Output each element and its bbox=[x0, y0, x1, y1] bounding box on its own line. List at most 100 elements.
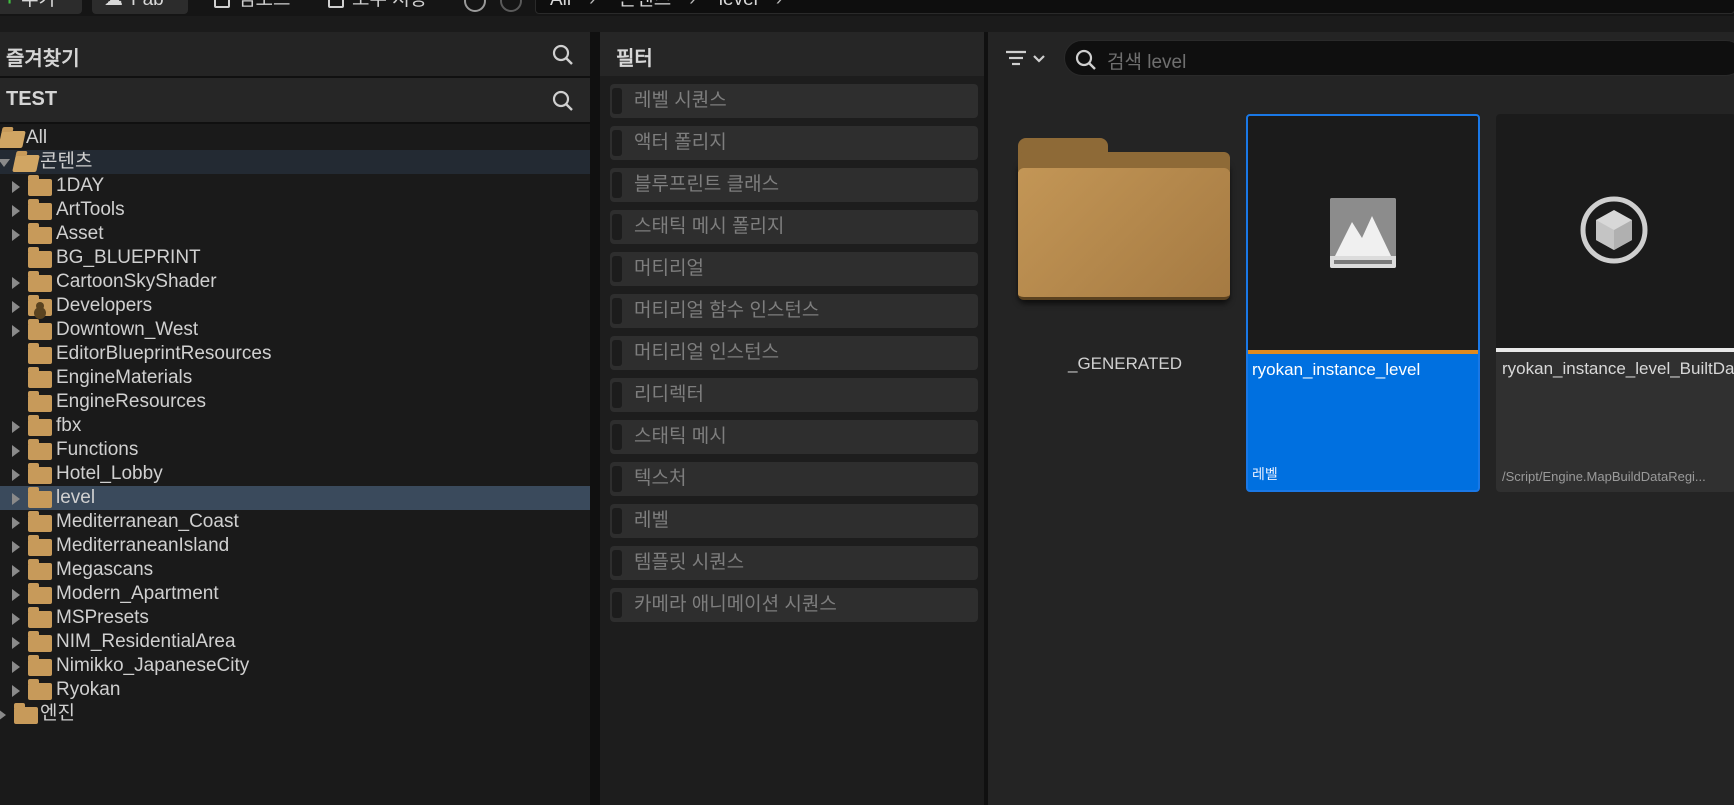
filter-item-label: 머티리얼 bbox=[634, 258, 704, 279]
filter-item[interactable]: 머티리얼 bbox=[610, 252, 978, 286]
expand-right-icon[interactable] bbox=[12, 421, 20, 433]
save-all-button[interactable]: 모두 저장 bbox=[328, 0, 427, 14]
tree-row[interactable]: Ryokan bbox=[0, 678, 590, 702]
expand-right-icon[interactable] bbox=[12, 541, 20, 553]
folder-icon bbox=[28, 559, 52, 580]
fab-icon: ☁ bbox=[104, 0, 123, 10]
breadcrumb-item[interactable]: 콘텐츠 bbox=[619, 0, 671, 10]
expand-right-icon[interactable] bbox=[12, 493, 20, 505]
filter-item[interactable]: 리디렉터 bbox=[610, 378, 978, 412]
folder-icon bbox=[28, 583, 52, 604]
expand-right-icon[interactable] bbox=[12, 613, 20, 625]
expand-right-icon[interactable] bbox=[12, 637, 20, 649]
tree-row[interactable]: ArtTools bbox=[0, 198, 590, 222]
expand-right-icon[interactable] bbox=[12, 589, 20, 601]
expand-right-icon[interactable] bbox=[12, 661, 20, 673]
filter-toggle[interactable] bbox=[612, 256, 622, 282]
filter-toggle[interactable] bbox=[612, 550, 622, 576]
asset-tile-level[interactable]: ryokan_instance_level 레벨 bbox=[1246, 114, 1480, 492]
expand-right-icon[interactable] bbox=[12, 181, 20, 193]
filter-toggle[interactable] bbox=[612, 508, 622, 534]
filter-item[interactable]: 블루프린트 클래스 bbox=[610, 168, 978, 202]
expand-right-icon[interactable] bbox=[12, 277, 20, 289]
filter-toggle[interactable] bbox=[612, 424, 622, 450]
filter-toggle[interactable] bbox=[612, 88, 622, 114]
expand-right-icon[interactable] bbox=[12, 685, 20, 697]
tree-row[interactable]: EditorBlueprintResources bbox=[0, 342, 590, 366]
tree-row[interactable]: Hotel_Lobby bbox=[0, 462, 590, 486]
filter-toggle[interactable] bbox=[612, 382, 622, 408]
expand-right-icon[interactable] bbox=[12, 517, 20, 529]
expand-down-icon[interactable] bbox=[0, 159, 10, 167]
tree-row-label: Nimikko_JapaneseCity bbox=[56, 655, 250, 676]
import-button[interactable]: 임포트 bbox=[214, 0, 290, 14]
project-header[interactable]: TEST bbox=[0, 78, 590, 124]
filter-item[interactable]: 템플릿 시퀀스 bbox=[610, 546, 978, 580]
expand-right-icon[interactable] bbox=[12, 325, 20, 337]
tree-row[interactable]: CartoonSkyShader bbox=[0, 270, 590, 294]
favorites-header[interactable]: 즐겨찾기 bbox=[0, 32, 590, 78]
filter-toggle[interactable] bbox=[612, 466, 622, 492]
tree-row[interactable]: Downtown_West bbox=[0, 318, 590, 342]
filter-toggle[interactable] bbox=[612, 592, 622, 618]
search-icon[interactable] bbox=[552, 44, 574, 66]
expand-right-icon[interactable] bbox=[12, 229, 20, 241]
tree-row-label: 1DAY bbox=[56, 175, 105, 196]
filter-item[interactable]: 스태틱 메시 폴리지 bbox=[610, 210, 978, 244]
fab-button[interactable]: ☁Fab bbox=[92, 0, 188, 14]
breadcrumb-item[interactable]: All bbox=[550, 0, 571, 10]
expand-right-icon[interactable] bbox=[12, 469, 20, 481]
tree-row[interactable]: All bbox=[0, 126, 590, 150]
tree-row[interactable]: 콘텐츠 bbox=[0, 150, 590, 174]
tree-row[interactable]: NIM_ResidentialArea bbox=[0, 630, 590, 654]
chevron-right-icon: › bbox=[689, 0, 695, 10]
history-back-icon[interactable] bbox=[464, 0, 486, 12]
search-icon[interactable] bbox=[552, 90, 574, 112]
filter-toggle[interactable] bbox=[612, 130, 622, 156]
filter-item[interactable]: 레벨 시퀀스 bbox=[610, 84, 978, 118]
tree-row[interactable]: fbx bbox=[0, 414, 590, 438]
filter-item[interactable]: 머티리얼 인스턴스 bbox=[610, 336, 978, 370]
tree-row[interactable]: Megascans bbox=[0, 558, 590, 582]
tree-row[interactable]: MSPresets bbox=[0, 606, 590, 630]
filter-item[interactable]: 스태틱 메시 bbox=[610, 420, 978, 454]
tree-row[interactable]: EngineResources bbox=[0, 390, 590, 414]
add-button[interactable]: +추가 bbox=[0, 0, 82, 14]
tree-row-label: 콘텐츠 bbox=[40, 151, 93, 172]
filter-toggle[interactable] bbox=[612, 172, 622, 198]
tree-row[interactable]: MediterraneanIsland bbox=[0, 534, 590, 558]
filter-item[interactable]: 레벨 bbox=[610, 504, 978, 538]
asset-tile-builtdata[interactable]: ryokan_instance_level_BuiltData /Script/… bbox=[1496, 114, 1734, 492]
filter-item[interactable]: 액터 폴리지 bbox=[610, 126, 978, 160]
expand-right-icon[interactable] bbox=[12, 205, 20, 217]
history-forward-icon[interactable] bbox=[500, 0, 522, 12]
tree-row[interactable]: Mediterranean_Coast bbox=[0, 510, 590, 534]
expand-right-icon[interactable] bbox=[12, 301, 20, 313]
expand-right-icon[interactable] bbox=[0, 709, 6, 721]
breadcrumb-item[interactable]: level bbox=[719, 0, 758, 10]
filter-toggle[interactable] bbox=[612, 214, 622, 240]
tree-row[interactable]: Functions bbox=[0, 438, 590, 462]
tree-row[interactable]: BG_BLUEPRINT bbox=[0, 246, 590, 270]
expand-right-icon[interactable] bbox=[12, 445, 20, 457]
tree-row[interactable]: Asset bbox=[0, 222, 590, 246]
filter-toggle[interactable] bbox=[612, 340, 622, 366]
filter-toggle[interactable] bbox=[612, 298, 622, 324]
asset-search-input[interactable]: 검색 level bbox=[1064, 40, 1734, 76]
asset-tile-folder[interactable]: _GENERATED bbox=[1008, 114, 1242, 492]
panel-splitter[interactable] bbox=[590, 32, 600, 805]
tree-row-label: Mediterranean_Coast bbox=[56, 511, 239, 532]
filter-dropdown-icon[interactable] bbox=[1000, 44, 1052, 74]
filter-item[interactable]: 머티리얼 함수 인스턴스 bbox=[610, 294, 978, 328]
filter-item[interactable]: 텍스처 bbox=[610, 462, 978, 496]
tree-row[interactable]: Modern_Apartment bbox=[0, 582, 590, 606]
tree-row[interactable]: EngineMaterials bbox=[0, 366, 590, 390]
expand-right-icon[interactable] bbox=[12, 565, 20, 577]
tree-row[interactable]: 엔진 bbox=[0, 702, 590, 726]
filter-item[interactable]: 카메라 애니메이션 시퀀스 bbox=[610, 588, 978, 622]
tree-row[interactable]: Developers bbox=[0, 294, 590, 318]
tree-row[interactable]: 1DAY bbox=[0, 174, 590, 198]
tree-row[interactable]: Nimikko_JapaneseCity bbox=[0, 654, 590, 678]
tree-row[interactable]: level bbox=[0, 486, 590, 510]
folder-icon bbox=[28, 367, 52, 388]
